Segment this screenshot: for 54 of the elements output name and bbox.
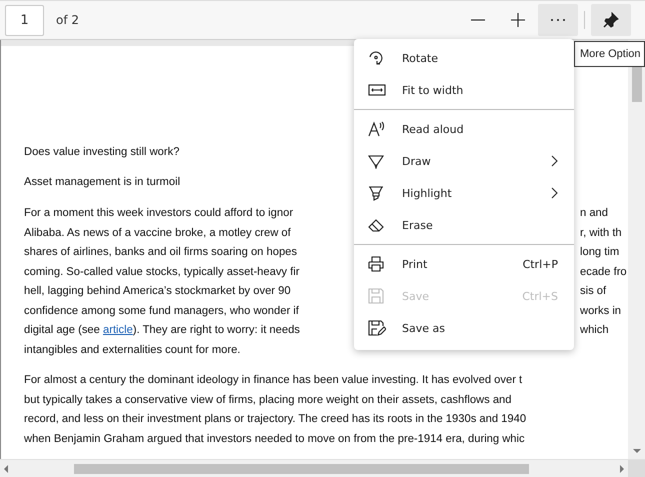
text-line: For a moment this week investors could afford to ignor [24,206,294,221]
text-line: which [580,323,609,338]
scrollbar-corner [628,460,645,477]
page-count: of 2 [56,13,80,27]
text-line: shares of airlines, banks and oil firms soaring on hopes [24,245,297,260]
eraser-icon [368,217,384,233]
fit-width-icon [368,84,386,96]
text-line: Alibaba. As news of a vaccine broke, a motley crew of [24,226,291,240]
scroll-down-icon[interactable] [632,449,640,453]
text-line: but typically takes a conservative view of firms, placing more weight on their assets, cashflows and [24,392,512,408]
menu-item[interactable]: Erase [354,209,574,241]
minus-icon [470,19,486,21]
text-line: sis of [580,284,606,299]
text-line: intangibles and externalities count for more. [24,342,240,358]
menu-item[interactable]: Save as [354,312,574,344]
pen-icon [368,153,384,169]
rotate-icon [368,50,384,66]
page-number-field[interactable]: 1 [5,4,44,36]
shortcut-text: Ctrl+P [522,258,558,270]
text-line: record, and less on their investment plans or trajectory. The creed has its roots in the 1930s and 1940 [24,412,526,427]
text-line: digital age (see article). They are right to worry: it needs [24,323,300,338]
pin-button[interactable] [591,4,631,36]
highlighter-icon [368,185,384,201]
text-line: long tim [580,245,620,260]
heading-text: Asset management is in turmoil [24,175,182,190]
text-line: confidence among some fund managers, who wonder if [24,304,299,318]
text-line: ecade fro [580,264,627,280]
text-line: r, with th [580,226,622,240]
plus-icon [510,12,526,28]
text-line: when Benjamin Graham argued that investors needed to move on from the pre-1914 era, during whic [24,432,525,446]
article-link[interactable]: article [103,324,133,336]
scroll-right-icon[interactable] [620,464,624,472]
text-line: n and [580,206,608,221]
shortcut-text: Ctrl+S [522,290,558,302]
menu-item[interactable]: Print Ctrl+P [354,248,574,280]
menu-item[interactable]: Highlight [354,177,574,209]
tooltip: More Option [574,41,645,67]
more-icon [550,18,566,22]
scroll-left-icon[interactable] [4,464,8,472]
scroll-thumb[interactable] [74,464,529,474]
menu-item[interactable]: Rotate [354,42,574,74]
menu-item[interactable]: Read aloud [354,113,574,145]
read-aloud-icon [368,121,386,137]
horizontal-scrollbar[interactable] [0,459,645,477]
menu-item[interactable]: Draw [354,145,574,177]
text-line: For almost a century the dominant ideology in finance has been value investing. It has evolved over t [24,373,522,388]
text-line: coming. So-called value stocks, typically asset-heavy fir [24,264,300,280]
pin-icon [603,12,619,28]
text-line: works in [580,304,622,318]
heading-text: Does value investing still work? [24,145,180,160]
printer-icon [368,256,384,272]
menu-item[interactable]: Fit to width [354,74,574,106]
text-line: hell, lagging behind America’s stockmarket by over 90 [24,284,291,299]
floppy-disk-pencil-icon [368,320,386,336]
